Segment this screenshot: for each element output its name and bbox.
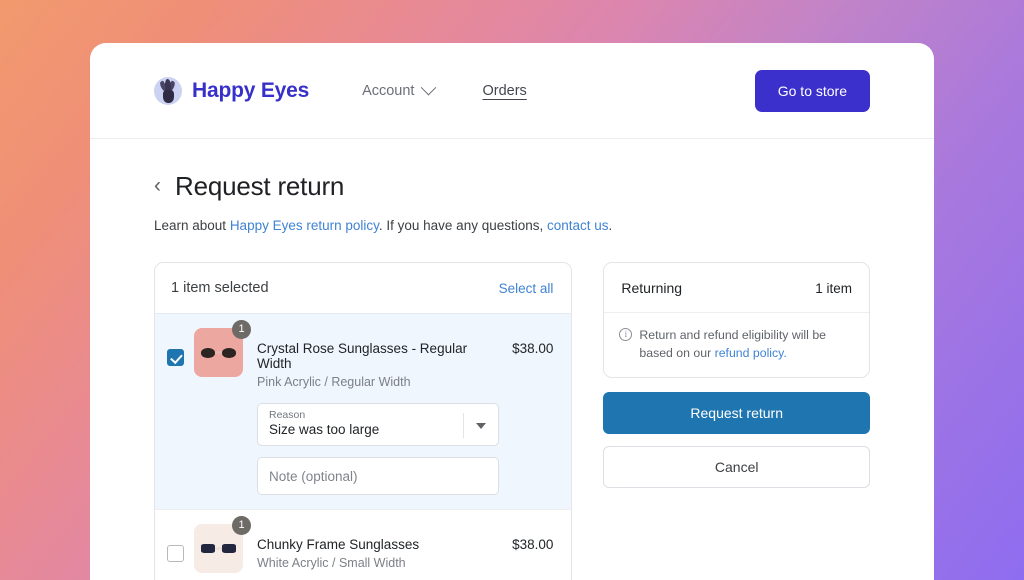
- return-detail-inputs: Reason Size was too large Note (optional…: [257, 403, 500, 495]
- app-card: Happy Eyes Account Orders Go to store ‹ …: [90, 43, 934, 580]
- summary-eligibility-note: i Return and refund eligibility will be …: [604, 313, 869, 377]
- item-checkbox-chunky-frame[interactable]: [167, 545, 184, 562]
- refund-policy-link[interactable]: refund policy.: [715, 346, 787, 360]
- go-to-store-button[interactable]: Go to store: [755, 70, 870, 112]
- nav-links: Account Orders: [362, 83, 527, 99]
- item-variant: White Acrylic / Small Width: [257, 556, 500, 570]
- reason-select[interactable]: Reason Size was too large: [257, 403, 499, 446]
- table-row[interactable]: 1 Chunky Frame Sunglasses White Acrylic …: [155, 509, 571, 580]
- item-price: $38.00: [512, 341, 553, 356]
- note-input[interactable]: Note (optional): [257, 457, 499, 495]
- select-all-link[interactable]: Select all: [499, 281, 554, 296]
- items-card-header: 1 item selected Select all: [155, 263, 571, 313]
- cancel-button[interactable]: Cancel: [603, 446, 870, 488]
- reason-select-label: Reason: [269, 409, 458, 421]
- top-navigation-bar: Happy Eyes Account Orders Go to store: [90, 43, 934, 139]
- policy-text-suffix: .: [609, 218, 613, 233]
- page-title: Request return: [175, 171, 344, 202]
- item-title: Crystal Rose Sunglasses - Regular Width: [257, 341, 500, 371]
- contact-us-link[interactable]: contact us: [547, 218, 609, 233]
- return-policy-link[interactable]: Happy Eyes return policy: [230, 218, 379, 233]
- item-checkbox-crystal-rose[interactable]: [167, 349, 184, 366]
- reason-select-value: Size was too large: [269, 422, 458, 437]
- main-content: ‹ Request return Learn about Happy Eyes …: [90, 139, 934, 580]
- pineapple-avatar-icon: [154, 77, 182, 105]
- brand-name: Happy Eyes: [192, 79, 309, 103]
- caret-down-icon[interactable]: [476, 423, 486, 429]
- info-icon: i: [619, 328, 632, 341]
- brand-logo[interactable]: Happy Eyes: [154, 77, 309, 105]
- policy-description: Learn about Happy Eyes return policy. If…: [154, 218, 870, 233]
- back-arrow-icon[interactable]: ‹: [154, 175, 161, 199]
- item-details: Crystal Rose Sunglasses - Regular Width …: [257, 328, 500, 495]
- items-selection-card: 1 item selected Select all 1: [154, 262, 572, 580]
- item-details: Chunky Frame Sunglasses White Acrylic / …: [257, 524, 500, 570]
- request-return-button[interactable]: Request return: [603, 392, 870, 434]
- two-column-layout: 1 item selected Select all 1: [154, 262, 870, 580]
- nav-item-orders[interactable]: Orders: [482, 83, 526, 99]
- returning-summary-card: Returning 1 item i Return and refund eli…: [603, 262, 870, 378]
- quantity-badge: 1: [232, 516, 251, 535]
- policy-text-middle: . If you have any questions,: [379, 218, 547, 233]
- summary-title: Returning: [621, 280, 682, 296]
- item-price: $38.00: [512, 537, 553, 552]
- page-title-row: ‹ Request return: [154, 171, 870, 202]
- quantity-badge: 1: [232, 320, 251, 339]
- summary-column: Returning 1 item i Return and refund eli…: [603, 262, 870, 580]
- select-divider: [463, 413, 464, 438]
- chevron-down-icon: [421, 80, 437, 96]
- summary-item-count: 1 item: [815, 281, 852, 296]
- item-title: Chunky Frame Sunglasses: [257, 537, 500, 552]
- product-thumbnail-wrapper: 1: [194, 328, 243, 377]
- nav-account-label: Account: [362, 83, 414, 99]
- nav-item-account[interactable]: Account: [362, 83, 434, 99]
- summary-header: Returning 1 item: [604, 263, 869, 313]
- policy-text-prefix: Learn about: [154, 218, 230, 233]
- table-row[interactable]: 1 Crystal Rose Sunglasses - Regular Widt…: [155, 313, 571, 509]
- product-thumbnail-wrapper: 1: [194, 524, 243, 573]
- items-selected-count: 1 item selected: [171, 280, 269, 296]
- summary-note-text: Return and refund eligibility will be ba…: [639, 326, 853, 362]
- item-variant: Pink Acrylic / Regular Width: [257, 375, 500, 389]
